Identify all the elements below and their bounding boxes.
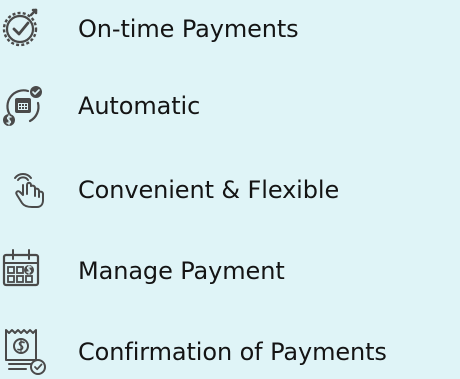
- feature-label: On-time Payments: [78, 15, 299, 43]
- clock-check-icon: [0, 3, 64, 55]
- feature-item-on-time-payments: On-time Payments: [0, 3, 460, 55]
- feature-item-automatic: Automatic: [0, 80, 460, 132]
- feature-item-confirmation-of-payments: Confirmation of Payments: [0, 326, 460, 378]
- feature-item-convenient-flexible: Convenient & Flexible: [0, 164, 460, 216]
- feature-item-manage-payment: Manage Payment: [0, 245, 460, 297]
- feature-list: On-time Payments Automatic Convenient & …: [0, 0, 460, 379]
- touch-hand-icon: [0, 164, 64, 216]
- receipt-check-icon: [0, 326, 64, 378]
- feature-label: Automatic: [78, 92, 201, 120]
- feature-label: Convenient & Flexible: [78, 176, 340, 204]
- feature-label: Manage Payment: [78, 257, 285, 285]
- calendar-dollar-icon: [0, 245, 64, 297]
- calendar-autopay-icon: [0, 80, 64, 132]
- feature-label: Confirmation of Payments: [78, 338, 387, 366]
